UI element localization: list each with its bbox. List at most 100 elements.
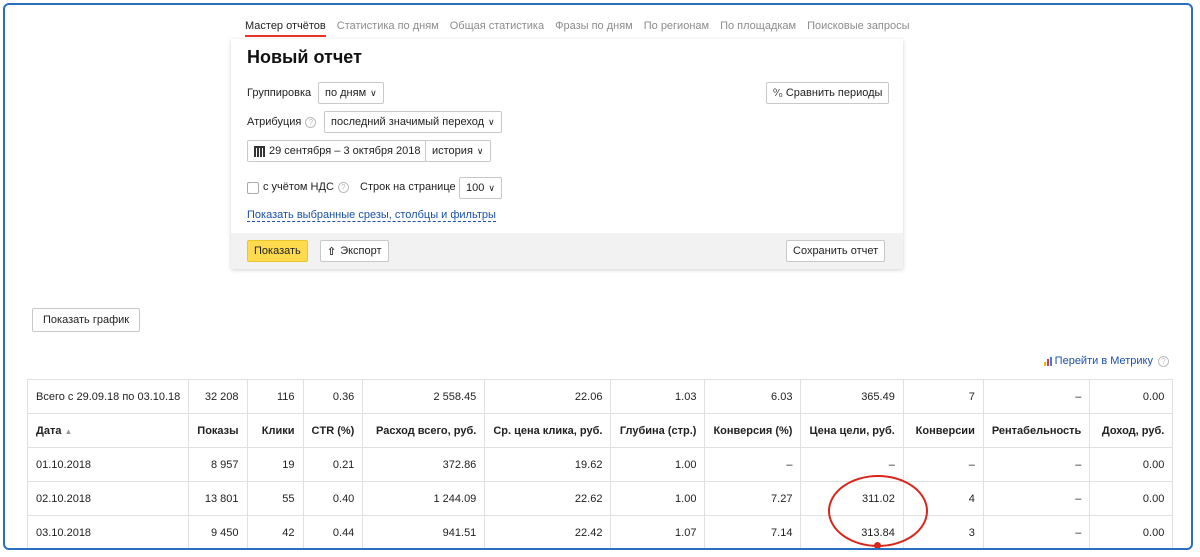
cell-revenue: 0.00 [1089, 481, 1174, 516]
grouping-value: по дням [325, 87, 367, 99]
tab-general-stats[interactable]: Общая статистика [450, 19, 544, 39]
cell-conversion-rate: – [704, 447, 802, 482]
totals-clicks: 116 [246, 379, 304, 414]
vat-label-text: с учётом НДС [263, 181, 334, 193]
rows-per-page-value: 100 [466, 182, 485, 194]
cell-profitability: – [982, 515, 1091, 548]
export-label: Экспорт [340, 245, 382, 257]
cell-depth: 1.07 [610, 515, 706, 548]
show-button[interactable]: Показать [247, 240, 308, 262]
tab-by-region[interactable]: По регионам [644, 19, 709, 39]
chevron-down-icon: ∨ [488, 182, 495, 193]
history-button[interactable]: история ∨ [425, 140, 491, 162]
totals-impressions: 32 208 [188, 379, 248, 414]
cell-avg-cpc: 19.62 [484, 447, 612, 482]
compare-periods-label: Сравнить периоды [785, 87, 883, 99]
cell-date: 02.10.2018 [26, 481, 190, 516]
date-range-picker[interactable]: 29 сентября – 3 октября 2018 [247, 140, 428, 162]
vat-label: с учётом НДС? [263, 181, 349, 193]
cell-clicks: 19 [246, 447, 304, 482]
rows-per-page-select[interactable]: 100 ∨ [459, 177, 502, 199]
metrika-link[interactable]: Перейти в Метрику [1055, 355, 1153, 367]
cell-profitability: – [982, 447, 1091, 482]
cell-spend: 941.51 [362, 515, 486, 548]
upload-icon: ⇧ [327, 245, 337, 258]
totals-row: Всего с 29.09.18 по 03.10.18 32 208 116 … [26, 379, 1174, 414]
cell-date: 03.10.2018 [26, 515, 190, 548]
page-title: Новый отчет [247, 47, 362, 67]
tab-by-placement[interactable]: По площадкам [720, 19, 796, 39]
compare-periods-button[interactable]: ⁰⁄₀ Сравнить периоды [766, 82, 890, 104]
tab-search-queries[interactable]: Поисковые запросы [807, 19, 909, 39]
report-table: Всего с 29.09.18 по 03.10.18 32 208 116 … [26, 379, 1174, 548]
rows-per-page-label: Строк на странице [360, 181, 456, 193]
attribution-select[interactable]: последний значимый переход ∨ [324, 111, 502, 133]
column-header-date[interactable]: Дата ▲ [26, 413, 190, 448]
cell-cost-per-goal: 311.02 [800, 481, 904, 516]
tab-report-builder[interactable]: Мастер отчётов [245, 19, 326, 39]
column-header-revenue[interactable]: Доход, руб. [1089, 413, 1174, 448]
save-report-button[interactable]: Сохранить отчет [786, 240, 886, 262]
column-header-ctr[interactable]: CTR (%) [302, 413, 364, 448]
cell-spend: 1 244.09 [362, 481, 486, 516]
app-frame: Мастер отчётов Статистика по дням Общая … [3, 3, 1193, 550]
show-filters-link[interactable]: Показать выбранные срезы, столбцы и филь… [247, 209, 496, 222]
vat-checkbox[interactable] [247, 182, 259, 194]
table-header-row: Дата ▲ Показы Клики CTR (%) Расход всего,… [26, 413, 1174, 448]
cell-ctr: 0.40 [302, 481, 364, 516]
card-footer: Показать ⇧ Экспорт Сохранить отчет [231, 233, 903, 269]
totals-depth: 1.03 [610, 379, 706, 414]
cell-spend: 372.86 [362, 447, 486, 482]
cell-conversions: 3 [902, 515, 984, 548]
cell-depth: 1.00 [610, 447, 706, 482]
cell-depth: 1.00 [610, 481, 706, 516]
export-button[interactable]: ⇧ Экспорт [320, 240, 389, 262]
cell-ctr: 0.44 [302, 515, 364, 548]
help-icon[interactable]: ? [337, 181, 349, 193]
cell-conversions: 4 [902, 481, 984, 516]
column-header-cost-per-goal[interactable]: Цена цели, руб. [800, 413, 904, 448]
cell-impressions: 13 801 [188, 481, 248, 516]
table-row: 02.10.2018 13 801 55 0.40 1 244.09 22.62… [26, 481, 1174, 516]
column-header-spend[interactable]: Расход всего, руб. [362, 413, 486, 448]
show-chart-button[interactable]: Показать график [32, 308, 141, 332]
totals-revenue: 0.00 [1089, 379, 1174, 414]
help-icon[interactable]: ? [1158, 355, 1169, 367]
column-header-date-label: Дата [36, 424, 62, 437]
metrika-link-row: Перейти в Метрику ? [1043, 355, 1169, 367]
totals-conversions: 7 [902, 379, 984, 414]
percent-icon: ⁰⁄₀ [773, 87, 783, 99]
totals-avg-cpc: 22.06 [484, 379, 612, 414]
cell-avg-cpc: 22.62 [484, 481, 612, 516]
chevron-down-icon: ∨ [488, 116, 495, 127]
chevron-down-icon: ∨ [370, 87, 377, 98]
tab-stats-by-day[interactable]: Статистика по дням [337, 19, 439, 39]
cell-impressions: 9 450 [188, 515, 248, 548]
cell-clicks: 55 [246, 481, 304, 516]
totals-ctr: 0.36 [302, 379, 364, 414]
totals-conversion-rate: 6.03 [704, 379, 802, 414]
column-header-profitability[interactable]: Рентабельность [982, 413, 1091, 448]
history-label: история [432, 145, 473, 157]
table-row: 03.10.2018 9 450 42 0.44 941.51 22.42 1.… [26, 515, 1174, 548]
grouping-select[interactable]: по дням ∨ [318, 82, 384, 104]
column-header-clicks[interactable]: Клики [246, 413, 304, 448]
help-icon[interactable]: ? [305, 116, 317, 128]
totals-profitability: – [982, 379, 1091, 414]
column-header-depth[interactable]: Глубина (стр.) [610, 413, 706, 448]
cell-conversion-rate: 7.27 [704, 481, 802, 516]
column-header-conversion-rate[interactable]: Конверсия (%) [704, 413, 802, 448]
cell-cost-per-goal: – [800, 447, 904, 482]
tab-phrases-by-day[interactable]: Фразы по дням [555, 19, 633, 39]
column-header-avg-cpc[interactable]: Ср. цена клика, руб. [484, 413, 612, 448]
table-row: 01.10.2018 8 957 19 0.21 372.86 19.62 1.… [26, 447, 1174, 482]
date-range-value: 29 сентября – 3 октября 2018 [269, 145, 421, 157]
report-tabs: Мастер отчётов Статистика по дням Общая … [245, 19, 910, 39]
attribution-label: Атрибуция? [247, 116, 317, 128]
metrika-logo-icon [1043, 356, 1052, 366]
totals-cost-per-goal: 365.49 [800, 379, 904, 414]
attribution-value: последний значимый переход [331, 116, 484, 128]
column-header-conversions[interactable]: Конверсии [902, 413, 984, 448]
column-header-impressions[interactable]: Показы [188, 413, 248, 448]
cell-revenue: 0.00 [1089, 515, 1174, 548]
